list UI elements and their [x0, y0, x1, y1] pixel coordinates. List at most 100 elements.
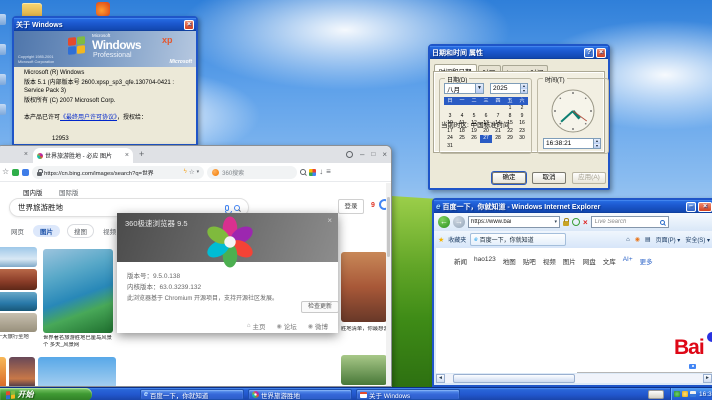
ie-search-box[interactable]: Live Search: [590, 216, 669, 228]
baidu-nav-link[interactable]: 文库: [603, 256, 616, 266]
calendar-day[interactable]: 29: [504, 135, 516, 143]
month-select[interactable]: 八月 ▼: [444, 83, 484, 94]
calendar-day[interactable]: 9: [516, 113, 528, 121]
calendar-day[interactable]: 24: [444, 135, 456, 143]
calendar-day[interactable]: 26: [468, 135, 480, 143]
down-arrow-icon[interactable]: ▼: [521, 88, 527, 93]
weibo-link[interactable]: ◉ 微博: [308, 321, 328, 332]
speed-mode-icon[interactable]: ϟ: [184, 169, 187, 175]
result-thumbnail[interactable]: [9, 357, 35, 386]
bing-tab[interactable]: 网页: [9, 225, 26, 237]
result-caption[interactable]: 世界著名旅游胜地巴厘岛风景: [43, 335, 115, 342]
baidu-nav-link[interactable]: 贴吧: [523, 256, 536, 266]
calendar-day[interactable]: [456, 143, 468, 151]
print-icon[interactable]: ▤: [645, 236, 651, 243]
baidu-nav-link[interactable]: hao123: [474, 256, 496, 266]
calendar-day[interactable]: [456, 105, 468, 113]
baidu-nav-link[interactable]: 新闻: [454, 256, 467, 266]
scroll-left-icon[interactable]: ◄: [436, 374, 445, 383]
about-windows-titlebar[interactable]: 关于 Windows ×: [14, 18, 196, 31]
calendar-day[interactable]: 2: [516, 105, 528, 113]
down-arrow-icon[interactable]: ▼: [594, 143, 600, 148]
desktop-icon-partial[interactable]: [0, 44, 6, 55]
datetime-titlebar[interactable]: 日期和时间 属性 ? ×: [430, 46, 608, 59]
bing-search-icon[interactable]: [234, 204, 240, 211]
result-caption[interactable]: 十大旅行圣地: [0, 334, 39, 341]
refresh-icon[interactable]: [572, 218, 580, 226]
baidu-nav-link[interactable]: 网盘: [583, 256, 596, 266]
microphone-icon[interactable]: [224, 204, 232, 214]
stop-icon[interactable]: ×: [583, 218, 588, 227]
calendar-day[interactable]: [468, 105, 480, 113]
ie-titlebar[interactable]: e 百度一下，你就知道 - Windows Internet Explorer …: [434, 200, 712, 213]
calendar-day[interactable]: 25: [456, 135, 468, 143]
calendar-day[interactable]: 1: [504, 105, 516, 113]
cancel-button[interactable]: 取消: [532, 172, 566, 184]
result-thumbnail[interactable]: [341, 252, 387, 322]
baidu-nav-link[interactable]: AI+: [623, 256, 633, 266]
tray-clock[interactable]: 16:36: [699, 391, 712, 398]
desktop-icon-partial[interactable]: [0, 104, 6, 115]
calendar-day[interactable]: 31: [444, 143, 456, 151]
result-caption[interactable]: 个 多天_风景网: [43, 342, 115, 349]
baidu-nav-link[interactable]: 更多: [640, 256, 653, 266]
page-menu[interactable]: 页面(P) ▾: [656, 235, 681, 244]
calendar-day[interactable]: [480, 105, 492, 113]
taskbar-task-browser[interactable]: 世界旅游胜地: [248, 389, 352, 400]
close-icon[interactable]: ×: [184, 19, 194, 30]
result-thumbnail[interactable]: [38, 357, 116, 386]
user-avatar-icon[interactable]: [345, 151, 353, 158]
result-thumbnail[interactable]: [0, 269, 37, 290]
calendar-day[interactable]: 30: [516, 135, 528, 143]
result-caption[interactable]: 胜地清单，你最想去: [341, 326, 387, 333]
safety-menu[interactable]: 安全(S) ▾: [685, 235, 710, 244]
baidu-search-input[interactable]: [577, 372, 712, 373]
bing-query-text[interactable]: 世界旅游胜地: [18, 202, 220, 213]
baidu-nav-link[interactable]: 图片: [563, 256, 576, 266]
home-icon[interactable]: ⌂: [626, 237, 630, 243]
scroll-right-icon[interactable]: ►: [703, 374, 712, 383]
calendar-day[interactable]: [468, 143, 480, 151]
tray-icon-update[interactable]: [682, 391, 688, 397]
taskbar-task-ie[interactable]: e 百度一下，你就知道: [140, 389, 244, 400]
login-button[interactable]: 登录: [338, 199, 364, 214]
ie-tab[interactable]: e 百度一下，你就知道: [470, 233, 567, 246]
result-thumbnail[interactable]: [0, 357, 6, 386]
close-button[interactable]: ×: [698, 201, 712, 212]
ie-url-text[interactable]: https://www.bai: [471, 219, 553, 225]
result-thumbnail-main[interactable]: [43, 249, 113, 333]
menu-icon[interactable]: ≡: [326, 168, 331, 176]
chevron-down-icon[interactable]: ▾: [554, 219, 557, 225]
eula-link[interactable]: 《最终用户许可协议》: [60, 115, 117, 121]
chevron-down-icon[interactable]: ▼: [475, 84, 483, 93]
forward-button[interactable]: →: [453, 216, 465, 228]
close-icon[interactable]: ×: [596, 47, 606, 58]
calendar-day[interactable]: [504, 143, 516, 151]
bing-tab[interactable]: 搜图: [67, 224, 94, 238]
downloads-icon[interactable]: ↓: [319, 168, 323, 176]
camera-icon[interactable]: [689, 364, 696, 369]
apps-grid-icon[interactable]: [309, 168, 317, 176]
calendar-day[interactable]: 23: [516, 128, 528, 136]
close-icon[interactable]: ×: [24, 151, 28, 158]
ok-button[interactable]: 确定: [491, 171, 527, 185]
help-icon[interactable]: ?: [584, 47, 594, 58]
tab-close-icon[interactable]: ×: [125, 152, 129, 159]
browser-search-box[interactable]: 360搜索: [207, 165, 298, 179]
feed-icon[interactable]: ◉: [635, 236, 640, 243]
about-360-header[interactable]: 360极速浏览器 9.5 ×: [117, 213, 338, 268]
baidu-nav-link[interactable]: 视频: [543, 256, 556, 266]
dropdown-icon[interactable]: ▾: [197, 169, 200, 175]
year-spinner[interactable]: 2025 ▲ ▼: [490, 83, 528, 94]
minimized-toolbar[interactable]: [648, 390, 664, 399]
horizontal-scrollbar[interactable]: ◄ ►: [436, 374, 712, 383]
calendar-day[interactable]: [516, 143, 528, 151]
apply-button[interactable]: 应用(A): [572, 172, 606, 184]
calendar-day[interactable]: 27: [480, 135, 492, 143]
minimize-button[interactable]: –: [360, 150, 364, 159]
check-update-button[interactable]: 检查更新: [301, 301, 339, 313]
tray-icon-volume[interactable]: [690, 391, 696, 397]
bing-tab[interactable]: 视频: [101, 225, 118, 237]
extension-icon-green[interactable]: [12, 168, 20, 176]
time-spinner[interactable]: ▲ ▼: [593, 139, 600, 148]
